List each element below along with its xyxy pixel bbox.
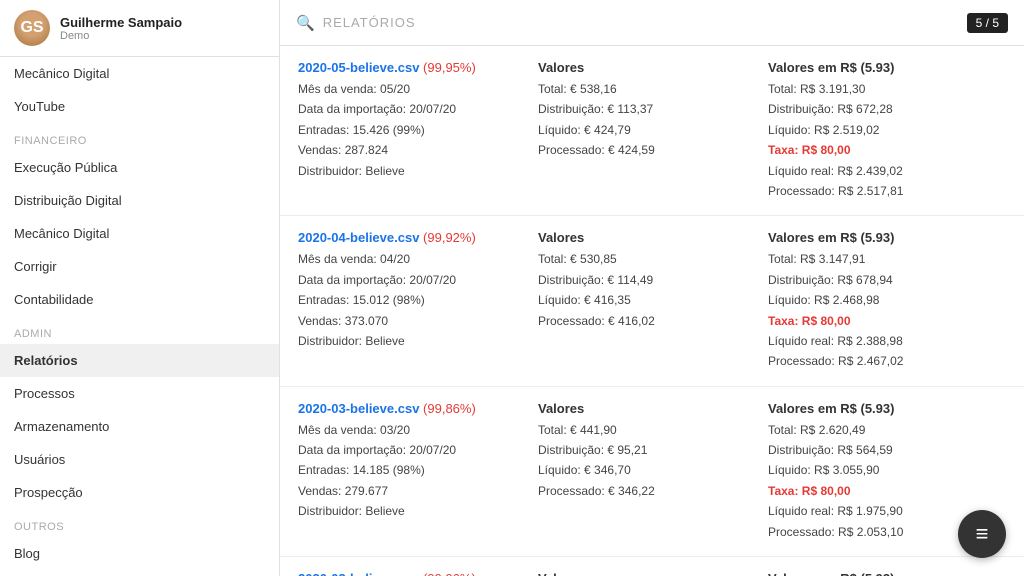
section-label-admin: Admin (0, 316, 279, 344)
values-data: Total: € 530,85Distribuição: € 114,49Líq… (538, 249, 768, 331)
main-content: 🔍 RELATÓRIOS 5 / 5 2020-05-believe.csv (… (280, 0, 1024, 576)
report-title: 2020-05-believe.csv (99,95%) (298, 60, 538, 75)
fab-button[interactable]: ≡ (958, 510, 1006, 558)
report-pct: (99,86%) (423, 401, 476, 416)
report-values: Valores Total: € 414,30Distribuição: € 8… (538, 571, 768, 576)
report-pct: (99,92%) (423, 230, 476, 245)
sidebar-item-legal[interactable]: Legal (0, 570, 279, 576)
report-item[interactable]: 2020-02-believe.csv (99,96%) Mês da vend… (280, 557, 1024, 576)
sidebar-section-1: Mecânico Digital YouTube (0, 57, 279, 123)
sidebar-section-outros: Outros Blog Legal Sair (0, 509, 279, 576)
report-meta: Mês da venda: 03/20Data da importação: 2… (298, 420, 538, 522)
report-item[interactable]: 2020-03-believe.csv (99,86%) Mês da vend… (280, 387, 1024, 557)
tax-line: Taxa: R$ 80,00 (768, 143, 851, 157)
tax-line: Taxa: R$ 80,00 (768, 484, 851, 498)
sidebar-item-armazenamento[interactable]: Armazenamento (0, 410, 279, 443)
report-info: 2020-02-believe.csv (99,96%) Mês da vend… (298, 571, 538, 576)
section-label-outros: Outros (0, 509, 279, 537)
sidebar-item-prospeccao[interactable]: Prospecção (0, 476, 279, 509)
values-title: Valores (538, 401, 768, 416)
user-name: Guilherme Sampaio (60, 15, 182, 30)
values-title: Valores (538, 230, 768, 245)
report-values: Valores Total: € 538,16Distribuição: € 1… (538, 60, 768, 161)
values-title: Valores (538, 571, 768, 576)
rs-title: Valores em R$ (5.93) (768, 401, 1006, 416)
sidebar-item-contabilidade[interactable]: Contabilidade (0, 283, 279, 316)
report-pct: (99,95%) (423, 60, 476, 75)
sidebar-item-mecanico-digital-2[interactable]: Mecânico Digital (0, 217, 279, 250)
user-role: Demo (60, 30, 182, 42)
user-info: Guilherme Sampaio Demo (60, 15, 182, 42)
app-container: GS Guilherme Sampaio Demo Mecânico Digit… (0, 0, 1024, 576)
sidebar-item-relatorios[interactable]: Relatórios (0, 344, 279, 377)
report-title: 2020-02-believe.csv (99,96%) (298, 571, 538, 576)
report-meta: Mês da venda: 04/20Data da importação: 2… (298, 249, 538, 351)
main-header: 🔍 RELATÓRIOS 5 / 5 (280, 0, 1024, 46)
sidebar-header: GS Guilherme Sampaio Demo (0, 0, 279, 57)
report-rs: Valores em R$ (5.93) Total: R$ 3.147,91D… (768, 230, 1006, 371)
values-data: Total: € 538,16Distribuição: € 113,37Líq… (538, 79, 768, 161)
report-item[interactable]: 2020-05-believe.csv (99,95%) Mês da vend… (280, 46, 1024, 216)
avatar: GS (14, 10, 50, 46)
sidebar-item-youtube[interactable]: YouTube (0, 90, 279, 123)
sidebar-item-mecanico-digital-1[interactable]: Mecânico Digital (0, 57, 279, 90)
report-title: 2020-04-believe.csv (99,92%) (298, 230, 538, 245)
sidebar-section-financeiro: Financeiro Execução Pública Distribuição… (0, 123, 279, 316)
report-list: 2020-05-believe.csv (99,95%) Mês da vend… (280, 46, 1024, 576)
report-meta: Mês da venda: 05/20Data da importação: 2… (298, 79, 538, 181)
sidebar-item-distribuicao[interactable]: Distribuição Digital (0, 184, 279, 217)
report-info: 2020-05-believe.csv (99,95%) Mês da vend… (298, 60, 538, 181)
sidebar-item-blog[interactable]: Blog (0, 537, 279, 570)
report-rs: Valores em R$ (5.93) Total: R$ 3.191,30D… (768, 60, 1006, 201)
sidebar-item-usuarios[interactable]: Usuários (0, 443, 279, 476)
report-info: 2020-03-believe.csv (99,86%) Mês da vend… (298, 401, 538, 522)
report-pct: (99,96%) (423, 571, 476, 576)
header-title: RELATÓRIOS (323, 15, 967, 30)
values-data: Total: € 441,90Distribuição: € 95,21Líqu… (538, 420, 768, 502)
rs-title: Valores em R$ (5.93) (768, 230, 1006, 245)
page-badge: 5 / 5 (967, 13, 1008, 33)
sidebar-item-corrigir[interactable]: Corrigir (0, 250, 279, 283)
sidebar-item-execucao[interactable]: Execução Pública (0, 151, 279, 184)
search-icon: 🔍 (296, 14, 315, 32)
report-info: 2020-04-believe.csv (99,92%) Mês da vend… (298, 230, 538, 351)
tax-line: Taxa: R$ 80,00 (768, 314, 851, 328)
sidebar: GS Guilherme Sampaio Demo Mecânico Digit… (0, 0, 280, 576)
rs-data: Total: R$ 3.191,30Distribuição: R$ 672,2… (768, 79, 1006, 201)
section-label-financeiro: Financeiro (0, 123, 279, 151)
sidebar-item-processos[interactable]: Processos (0, 377, 279, 410)
report-title: 2020-03-believe.csv (99,86%) (298, 401, 538, 416)
report-values: Valores Total: € 441,90Distribuição: € 9… (538, 401, 768, 502)
rs-title: Valores em R$ (5.93) (768, 60, 1006, 75)
report-item[interactable]: 2020-04-believe.csv (99,92%) Mês da vend… (280, 216, 1024, 386)
rs-title: Valores em R$ (5.93) (768, 571, 1006, 576)
sidebar-section-admin: Admin Relatórios Processos Armazenamento… (0, 316, 279, 509)
report-rs: Valores em R$ (5.93) Total: R$ 2.456,81D… (768, 571, 1006, 576)
report-values: Valores Total: € 530,85Distribuição: € 1… (538, 230, 768, 331)
values-title: Valores (538, 60, 768, 75)
rs-data: Total: R$ 3.147,91Distribuição: R$ 678,9… (768, 249, 1006, 371)
